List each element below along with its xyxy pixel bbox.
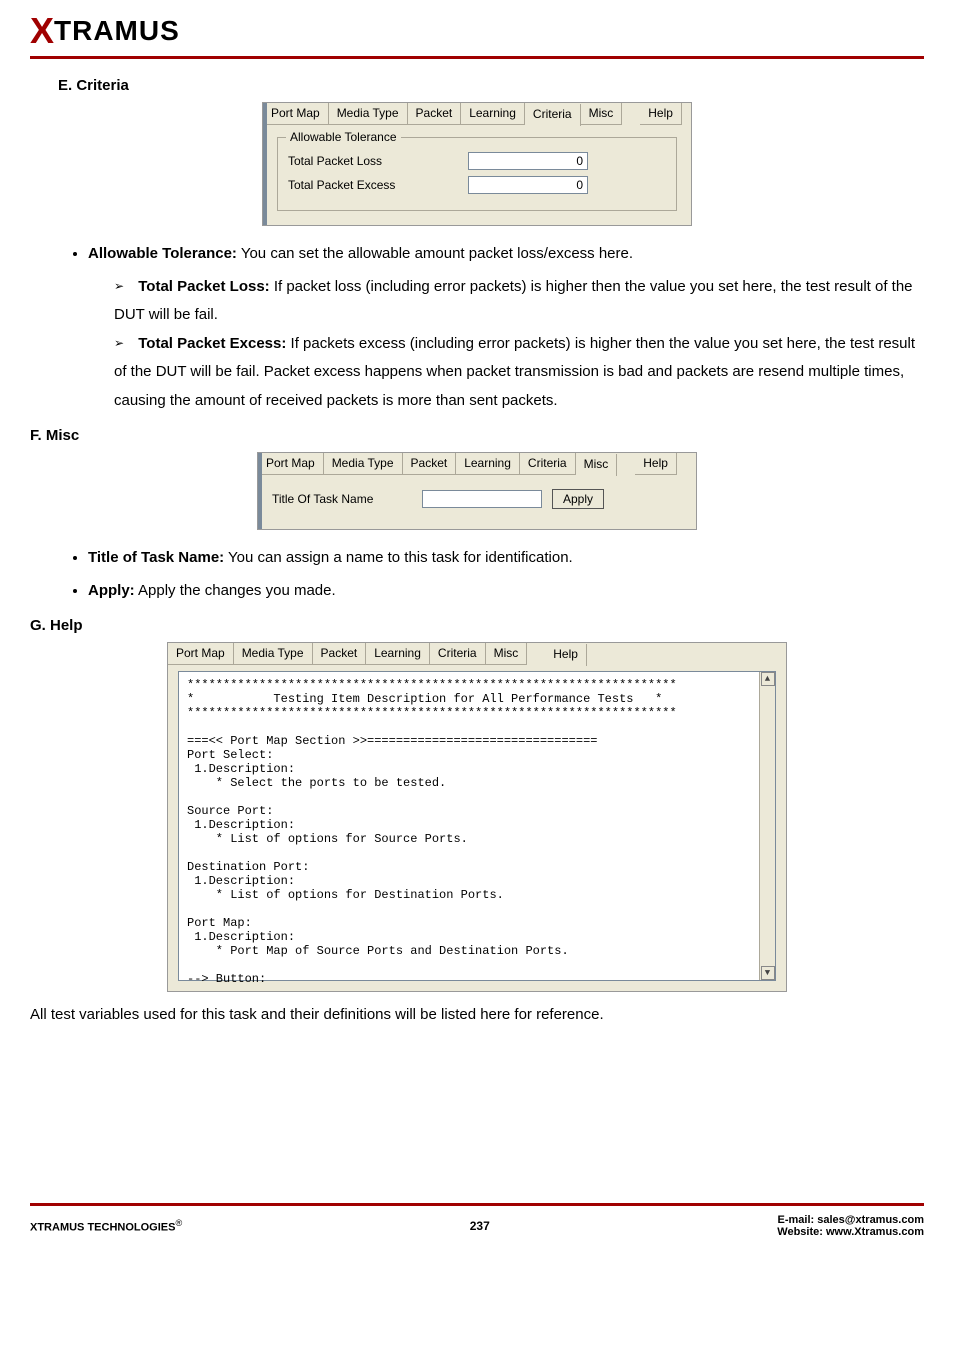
- tab-media-type[interactable]: Media Type: [329, 103, 408, 125]
- tab-criteria[interactable]: Criteria: [525, 104, 581, 126]
- tab-misc[interactable]: Misc: [581, 103, 623, 125]
- help-scrollbar[interactable]: ▲ ▼: [759, 672, 775, 980]
- allowable-text: You can set the allowable amount packet …: [237, 245, 633, 262]
- footer-reg: ®: [175, 1218, 182, 1228]
- total-packet-excess-label: Total Packet Excess: [288, 178, 458, 192]
- tab-learning[interactable]: Learning: [456, 453, 520, 475]
- scroll-up-icon[interactable]: ▲: [761, 672, 775, 686]
- tab-packet[interactable]: Packet: [313, 643, 367, 665]
- help-text-area: ****************************************…: [178, 671, 776, 981]
- footer-company-name: XTRAMUS TECHNOLOGIES: [30, 1222, 175, 1234]
- group-legend: Allowable Tolerance: [286, 130, 401, 144]
- title-of-task-title: Title of Task Name:: [88, 549, 224, 566]
- brand-logo-x: X: [30, 10, 52, 52]
- page-footer: XTRAMUS TECHNOLOGIES® 237 E-mail: sales@…: [30, 1203, 924, 1250]
- section-title-help: G. Help: [30, 617, 924, 634]
- scroll-down-icon[interactable]: ▼: [761, 966, 775, 980]
- total-packet-loss-input[interactable]: [468, 152, 588, 170]
- allowable-title: Allowable Tolerance:: [88, 245, 237, 262]
- tab-bar-help: Port Map Media Type Packet Learning Crit…: [168, 643, 786, 665]
- title-of-task-label: Title Of Task Name: [272, 492, 412, 506]
- tab-misc[interactable]: Misc: [576, 454, 618, 476]
- total-packet-excess-input[interactable]: [468, 176, 588, 194]
- tab-packet[interactable]: Packet: [403, 453, 457, 475]
- tab-criteria[interactable]: Criteria: [520, 453, 576, 475]
- criteria-panel: Port Map Media Type Packet Learning Crit…: [262, 102, 692, 226]
- tab-help[interactable]: Help: [640, 103, 682, 125]
- footer-web: www.Xtramus.com: [826, 1226, 924, 1238]
- help-footer-note: All test variables used for this task an…: [30, 1006, 924, 1023]
- tab-media-type[interactable]: Media Type: [234, 643, 313, 665]
- subbullet-loss: Total Packet Loss: If packet loss (inclu…: [114, 273, 924, 330]
- tab-port-map[interactable]: Port Map: [258, 453, 324, 475]
- brand-logo-name: TRAMUS: [54, 15, 180, 47]
- tab-bar-misc: Port Map Media Type Packet Learning Crit…: [258, 453, 696, 475]
- tab-media-type[interactable]: Media Type: [324, 453, 403, 475]
- section-title-misc: F. Misc: [30, 427, 924, 444]
- bullet-title-of-task: Title of Task Name: You can assign a nam…: [88, 544, 924, 573]
- apply-text: Apply the changes you made.: [135, 582, 336, 599]
- allowable-tolerance-group: Allowable Tolerance Total Packet Loss To…: [277, 137, 677, 211]
- help-panel: Port Map Media Type Packet Learning Crit…: [167, 642, 787, 992]
- footer-web-label: Website:: [777, 1226, 826, 1238]
- subbullet-excess: Total Packet Excess: If packets excess (…: [114, 330, 924, 416]
- tab-packet[interactable]: Packet: [408, 103, 462, 125]
- help-text-content: ****************************************…: [179, 672, 775, 992]
- tab-bar: Port Map Media Type Packet Learning Crit…: [263, 103, 691, 125]
- total-packet-loss-label: Total Packet Loss: [288, 154, 458, 168]
- footer-contact: E-mail: sales@xtramus.com Website: www.X…: [777, 1214, 924, 1238]
- tab-help[interactable]: Help: [545, 644, 587, 666]
- apply-title: Apply:: [88, 582, 135, 599]
- footer-company: XTRAMUS TECHNOLOGIES®: [30, 1218, 182, 1234]
- tab-port-map[interactable]: Port Map: [168, 643, 234, 665]
- tab-learning[interactable]: Learning: [366, 643, 430, 665]
- title-of-task-input[interactable]: [422, 490, 542, 508]
- brand-header: X TRAMUS: [30, 10, 924, 59]
- loss-title: Total Packet Loss:: [138, 278, 269, 295]
- tab-help[interactable]: Help: [635, 453, 677, 475]
- apply-button[interactable]: Apply: [552, 489, 604, 509]
- tab-misc[interactable]: Misc: [486, 643, 528, 665]
- footer-email: sales@xtramus.com: [817, 1214, 924, 1226]
- bullet-apply: Apply: Apply the changes you made.: [88, 577, 924, 606]
- footer-page-number: 237: [470, 1219, 490, 1233]
- title-of-task-text: You can assign a name to this task for i…: [224, 549, 573, 566]
- tab-learning[interactable]: Learning: [461, 103, 525, 125]
- tab-criteria[interactable]: Criteria: [430, 643, 486, 665]
- tab-port-map[interactable]: Port Map: [263, 103, 329, 125]
- misc-panel: Port Map Media Type Packet Learning Crit…: [257, 452, 697, 530]
- bullet-allowable: Allowable Tolerance: You can set the all…: [88, 240, 924, 415]
- section-title-criteria: E. Criteria: [58, 77, 924, 94]
- footer-email-label: E-mail:: [778, 1214, 818, 1226]
- excess-title: Total Packet Excess:: [138, 335, 286, 352]
